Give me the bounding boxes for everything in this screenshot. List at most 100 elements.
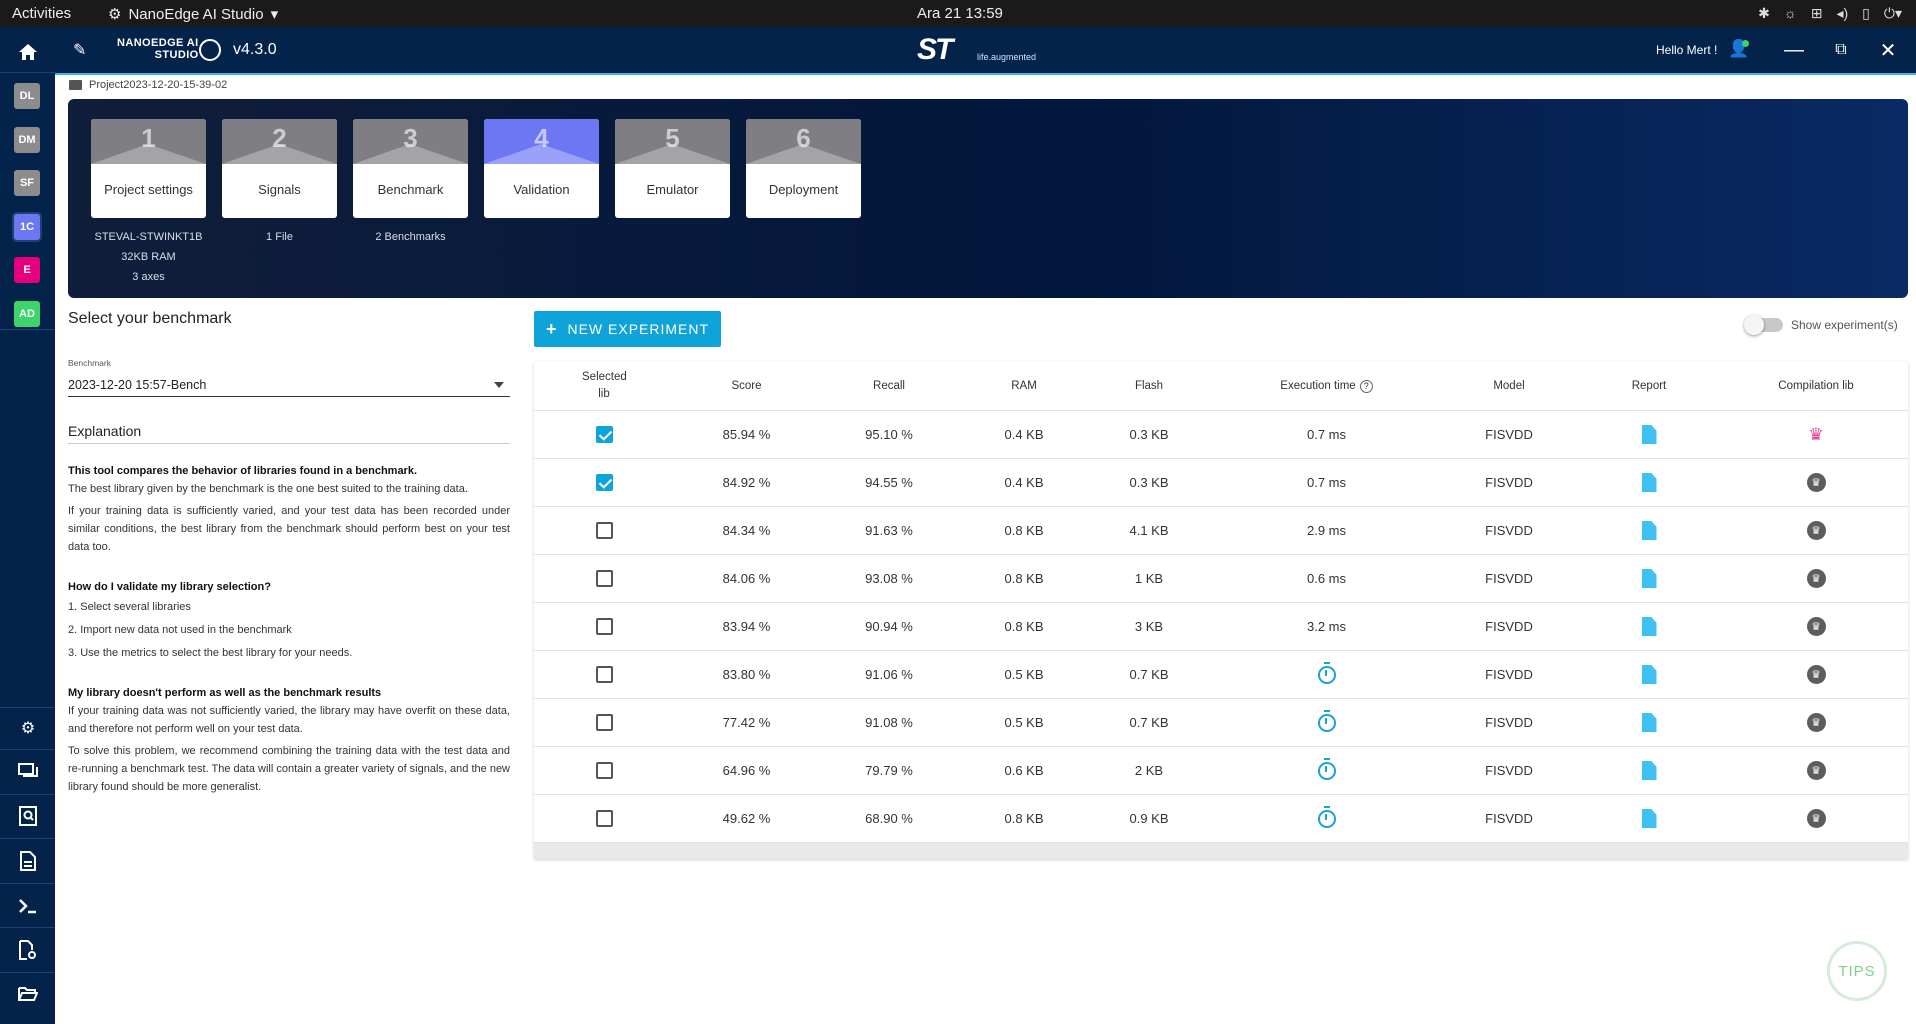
recall-cell: 94.55 % — [865, 475, 913, 490]
power-menu-icon[interactable]: ⏻▾ — [1884, 5, 1902, 22]
rail-project-sf[interactable]: SF — [14, 170, 40, 196]
report-document-icon[interactable] — [1641, 569, 1657, 588]
report-document-icon[interactable] — [1641, 617, 1657, 636]
table-row[interactable]: 64.96 % 79.79 % 0.6 KB 2 KB FISVDD ♛ — [534, 747, 1908, 795]
volume-icon[interactable]: ◂) — [1836, 5, 1848, 22]
select-lib-checkbox[interactable] — [595, 570, 613, 587]
brightness-icon[interactable]: ☼ — [1784, 5, 1797, 22]
select-lib-checkbox[interactable] — [595, 714, 613, 731]
document-icon[interactable] — [13, 846, 43, 876]
table-row[interactable]: 83.94 % 90.94 % 0.8 KB 3 KB 3.2 ms FISVDD ♛ — [534, 603, 1908, 651]
benchmark-select[interactable]: 2023-12-20 15:57-Bench — [68, 373, 510, 397]
crown-icon[interactable]: ♛ — [1806, 617, 1826, 636]
measure-time-icon[interactable] — [1317, 661, 1336, 684]
step-emulator[interactable]: 5 Emulator — [615, 119, 730, 218]
crown-icon[interactable]: ♛ — [1806, 569, 1826, 588]
col-execution-time[interactable]: Execution time? — [1209, 378, 1444, 395]
report-document-icon[interactable] — [1641, 665, 1657, 684]
clock[interactable]: Ara 21 13:59 — [917, 5, 1003, 22]
table-row[interactable]: 49.62 % 68.90 % 0.8 KB 0.9 KB FISVDD ♛ — [534, 795, 1908, 843]
step-label: Benchmark — [377, 182, 444, 197]
score-cell: 83.94 % — [722, 619, 771, 634]
crown-icon[interactable]: ♛ — [1806, 521, 1826, 540]
crown-icon[interactable]: ♛ — [1806, 713, 1826, 732]
select-lib-checkbox[interactable] — [595, 426, 613, 443]
exec-time-cell: 0.7 ms — [1306, 427, 1346, 442]
step-project-settings[interactable]: 1 Project settings — [91, 119, 206, 218]
settings-icon[interactable]: ⚙ — [13, 713, 43, 743]
select-lib-checkbox[interactable] — [595, 810, 613, 827]
crown-icon[interactable]: ♛ — [1806, 809, 1826, 828]
toggle-track[interactable] — [1744, 315, 1783, 335]
crown-icon[interactable]: ♛ — [1806, 761, 1826, 780]
table-row[interactable]: 77.42 % 91.08 % 0.5 KB 0.7 KB FISVDD ♛ — [534, 699, 1908, 747]
step-deployment[interactable]: 6 Deployment — [746, 119, 861, 218]
file-settings-icon[interactable] — [13, 935, 43, 965]
select-lib-checkbox[interactable] — [595, 666, 613, 683]
maximize-button[interactable]: ⧉ — [1826, 35, 1856, 65]
crown-icon[interactable]: ♛ — [1806, 665, 1826, 684]
select-lib-checkbox[interactable] — [595, 618, 613, 635]
rail-project-ad[interactable]: AD — [14, 301, 40, 327]
report-document-icon[interactable] — [1641, 713, 1657, 732]
table-row[interactable]: 84.92 % 94.55 % 0.4 KB 0.3 KB 0.7 ms FISVDD ♛ — [534, 459, 1908, 507]
home-icon[interactable] — [13, 37, 43, 67]
select-lib-checkbox[interactable] — [595, 474, 613, 491]
slack-icon[interactable]: ✱ — [1758, 5, 1770, 22]
table-row[interactable]: 84.34 % 91.63 % 0.8 KB 4.1 KB 2.9 ms FISVDD ♛ — [534, 507, 1908, 555]
table-row[interactable]: 85.94 % 95.10 % 0.4 KB 0.3 KB 0.7 ms FISVDD ♛ — [534, 411, 1908, 459]
measure-time-icon[interactable] — [1317, 805, 1336, 828]
tips-button[interactable]: TIPS — [1827, 941, 1887, 1001]
rail-project-e[interactable]: E — [14, 257, 40, 283]
crown-icon[interactable]: ♛ — [1807, 425, 1826, 444]
network-icon[interactable]: ⊞ — [1811, 5, 1823, 22]
rail-project-dl[interactable]: DL — [14, 83, 40, 109]
system-tray[interactable]: ✱ ☼ ⊞ ◂) ▯ ⏻▾ — [1758, 5, 1902, 22]
select-lib-checkbox[interactable] — [595, 762, 613, 779]
validate-step: 3. Use the metrics to select the best li… — [68, 647, 353, 659]
validate-heading: How do I validate my library selection? — [68, 581, 271, 593]
battery-icon[interactable]: ▯ — [1862, 5, 1870, 22]
score-cell: 49.62 % — [722, 811, 771, 826]
col-recall[interactable]: Recall — [819, 378, 959, 395]
col-ram[interactable]: RAM — [959, 378, 1089, 395]
crown-icon[interactable]: ♛ — [1806, 473, 1826, 492]
search-document-icon[interactable] — [13, 801, 43, 831]
table-scrollbar[interactable] — [534, 843, 1908, 859]
step-label: Deployment — [768, 182, 839, 197]
select-lib-checkbox[interactable] — [595, 522, 613, 539]
table-row[interactable]: 84.06 % 93.08 % 0.8 KB 1 KB 0.6 ms FISVDD ♛ — [534, 555, 1908, 603]
rail-project-1c[interactable]: 1C — [14, 214, 40, 240]
chat-icon[interactable] — [13, 757, 43, 787]
table-row[interactable]: 83.80 % 91.06 % 0.5 KB 0.7 KB FISVDD ♛ — [534, 651, 1908, 699]
model-cell: FISVDD — [1485, 763, 1533, 778]
step-summary-line: 3 axes — [132, 271, 165, 283]
report-document-icon[interactable] — [1641, 761, 1657, 780]
col-score[interactable]: Score — [674, 378, 819, 395]
select-cell — [534, 570, 674, 587]
terminal-icon[interactable] — [13, 891, 43, 921]
show-experiments-toggle[interactable]: Show experiment(s) — [1744, 315, 1898, 335]
report-cell — [1574, 761, 1724, 780]
close-button[interactable]: ✕ — [1873, 35, 1903, 65]
col-flash[interactable]: Flash — [1089, 378, 1209, 395]
rail-project-dm[interactable]: DM — [14, 127, 40, 153]
step-validation[interactable]: 4 Validation — [484, 119, 599, 218]
minimize-button[interactable]: — — [1779, 35, 1809, 65]
step-signals[interactable]: 2 Signals — [222, 119, 337, 218]
flash-cell: 3 KB — [1134, 619, 1164, 634]
toggle-knob[interactable] — [1744, 315, 1764, 335]
help-icon[interactable]: ? — [1359, 379, 1373, 393]
report-document-icon[interactable] — [1641, 473, 1657, 492]
report-document-icon[interactable] — [1641, 521, 1657, 540]
app-menu[interactable]: ⚙ NanoEdge AI Studio ▾ — [108, 5, 278, 24]
measure-time-icon[interactable] — [1317, 757, 1336, 780]
pin-icon[interactable]: ✎ — [73, 40, 86, 60]
folder-open-icon[interactable] — [13, 979, 43, 1009]
step-benchmark[interactable]: 3 Benchmark — [353, 119, 468, 218]
measure-time-icon[interactable] — [1317, 709, 1336, 732]
report-document-icon[interactable] — [1641, 425, 1657, 444]
report-document-icon[interactable] — [1641, 809, 1657, 828]
activities-button[interactable]: Activities — [12, 5, 71, 22]
new-experiment-button[interactable]: + NEW EXPERIMENT — [534, 311, 721, 347]
